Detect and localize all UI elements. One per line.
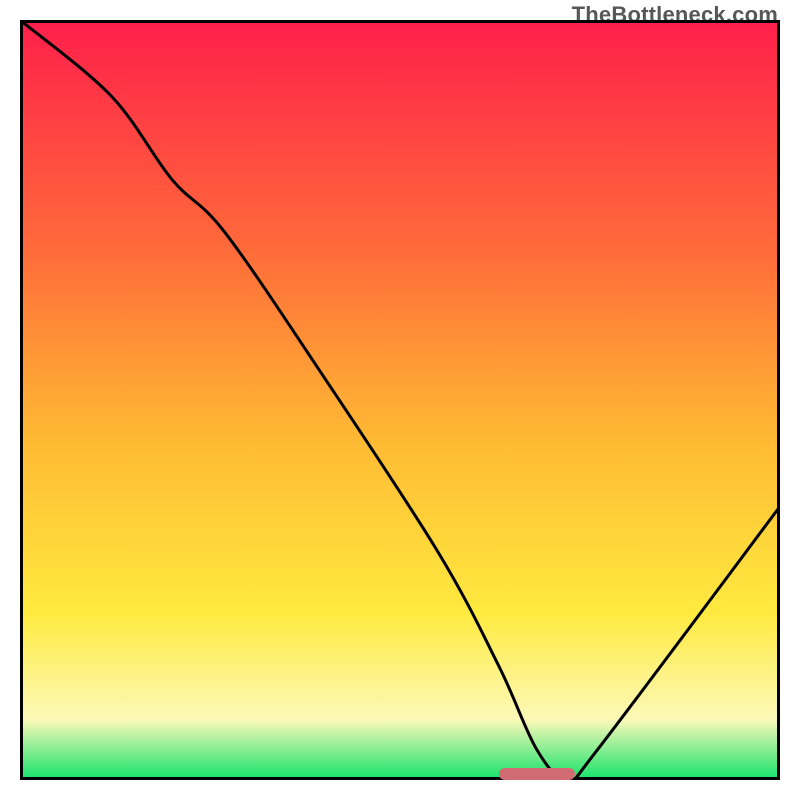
chart-frame [20, 20, 780, 780]
optimal-range-marker [499, 768, 575, 780]
chart-svg [20, 20, 780, 780]
chart-background [20, 20, 780, 780]
